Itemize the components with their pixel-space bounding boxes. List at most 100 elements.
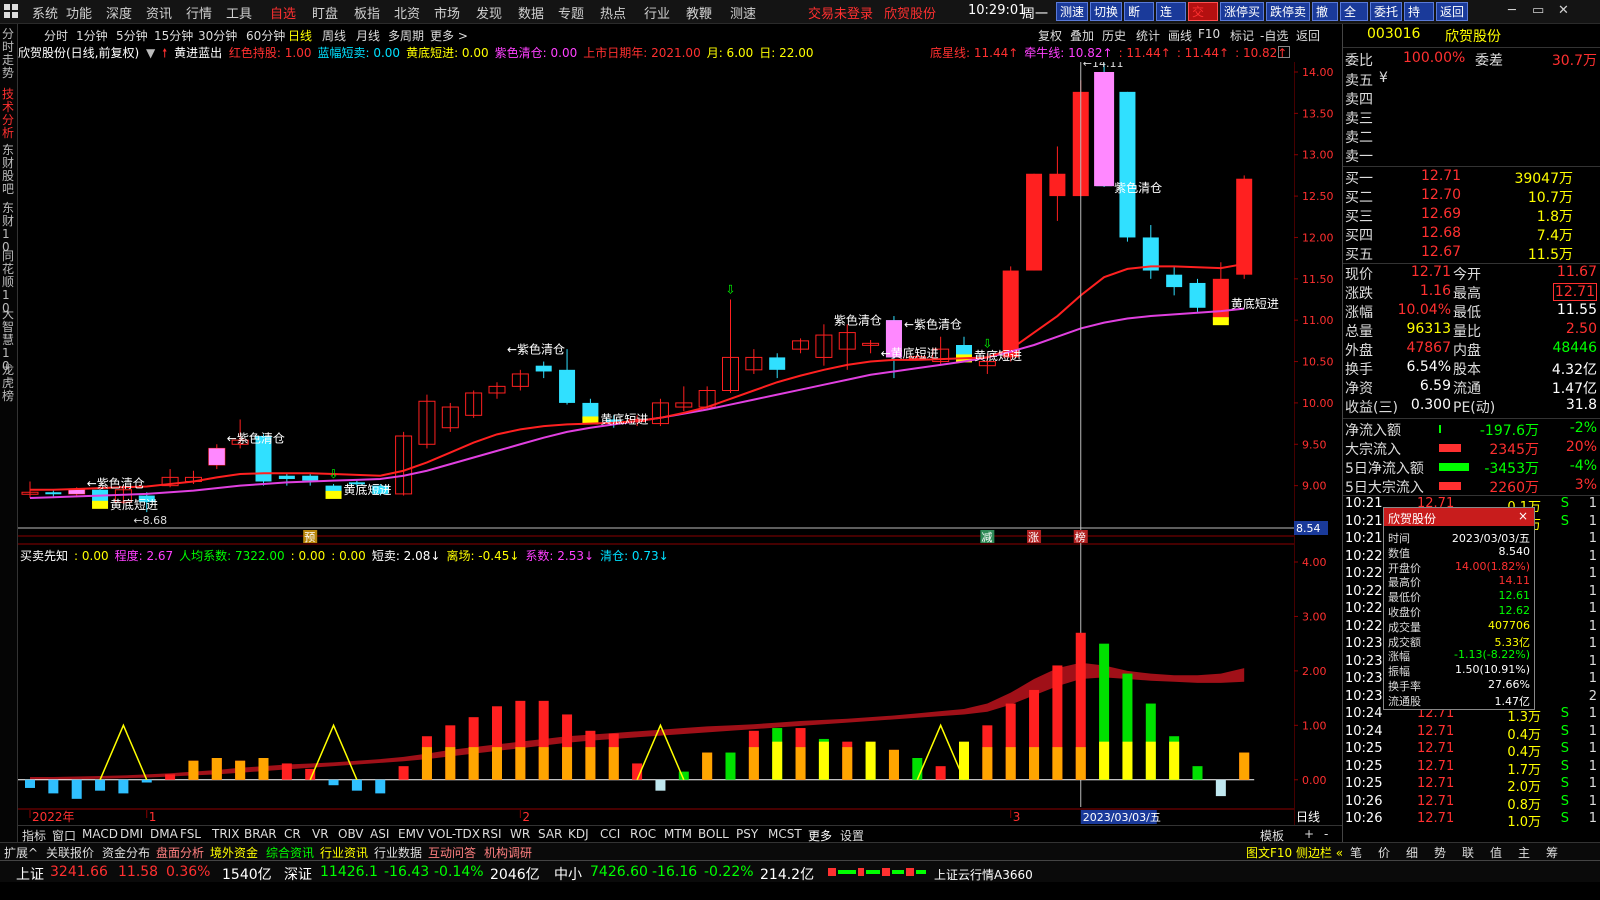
menu-item[interactable]: 数据: [518, 3, 544, 22]
menu-item[interactable]: 教鞭: [686, 3, 712, 22]
lower-indicator-name[interactable]: 买卖先知: [20, 549, 68, 563]
indicator-tab[interactable]: DMA: [150, 827, 178, 841]
left-tab[interactable]: 龙虎榜: [2, 364, 16, 403]
minimize-icon[interactable]: ─: [1508, 3, 1516, 18]
period-right-button[interactable]: -自选: [1260, 27, 1288, 44]
period-tab[interactable]: 多周期: [388, 27, 424, 44]
menu-item[interactable]: 系统: [32, 3, 58, 22]
menu-item[interactable]: 专题: [558, 3, 584, 22]
buy-level-price[interactable]: 12.68: [1421, 225, 1461, 241]
toolbar-button-6[interactable]: 跌停卖: [1266, 2, 1310, 21]
buy-level-price[interactable]: 12.69: [1421, 206, 1461, 222]
menu-item[interactable]: 发现: [476, 3, 502, 22]
toolbar-item[interactable]: 扩展^: [4, 844, 38, 861]
quote-tab[interactable]: 笔: [1350, 844, 1362, 861]
indicator-tab[interactable]: SAR: [538, 827, 562, 841]
indicator-tab[interactable]: MTM: [664, 827, 692, 841]
toolbar-item[interactable]: 关联报价: [46, 844, 94, 861]
toolbar-button-4[interactable]: 交易: [1188, 2, 1218, 38]
info-dropdown-icon[interactable]: [1278, 46, 1290, 58]
menu-item[interactable]: 工具: [226, 3, 252, 22]
indicator-name[interactable]: 黄进蓝出: [174, 46, 222, 60]
close-icon[interactable]: ✕: [1558, 3, 1569, 18]
indicator-right-button[interactable]: -: [1324, 827, 1328, 841]
tooltip-close-icon[interactable]: ×: [1518, 509, 1528, 523]
menu-item[interactable]: 自选: [270, 3, 296, 22]
indicator-tab[interactable]: FSL: [180, 827, 201, 841]
left-tab[interactable]: 分时走势: [2, 28, 16, 80]
menu-item[interactable]: 盯盘: [312, 3, 338, 22]
toolbar-button-3[interactable]: 连接: [1156, 2, 1186, 38]
sh-index-label[interactable]: 上证: [16, 864, 44, 884]
quote-tab[interactable]: 主: [1518, 844, 1530, 861]
menu-item[interactable]: 资讯: [146, 3, 172, 22]
buy-level-price[interactable]: 12.70: [1421, 187, 1461, 203]
sz-index-label[interactable]: 深证: [284, 864, 312, 884]
period-tab[interactable]: 15分钟: [154, 27, 193, 44]
period-right-button[interactable]: 返回: [1296, 27, 1320, 44]
indicator-tab[interactable]: RSI: [482, 827, 502, 841]
quote-tab[interactable]: 势: [1434, 844, 1446, 861]
toolbar-item[interactable]: 行业数据: [374, 844, 422, 861]
quote-tab[interactable]: 联: [1462, 844, 1474, 861]
indicator-tab[interactable]: ROC: [630, 827, 656, 841]
toolbar-button-8[interactable]: 全撤: [1340, 2, 1368, 38]
indicator-tab[interactable]: MCST: [768, 827, 802, 841]
menu-item[interactable]: 市场: [434, 3, 460, 22]
menu-item[interactable]: 行业: [644, 3, 670, 22]
menu-item[interactable]: 行情: [186, 3, 212, 22]
quote-tab[interactable]: 筹: [1546, 844, 1558, 861]
menu-item[interactable]: 测速: [730, 3, 756, 22]
indicator-tab[interactable]: MACD: [82, 827, 118, 841]
indicator-tab[interactable]: CR: [284, 827, 301, 841]
toolbar-item[interactable]: 互动问答: [428, 844, 476, 861]
toolbar-item[interactable]: 资金分布: [102, 844, 150, 861]
indicator-tab[interactable]: TRIX: [212, 827, 239, 841]
side-panel-toggle[interactable]: 图文F10 侧边栏 «: [1246, 844, 1343, 861]
login-status[interactable]: 交易未登录: [808, 3, 873, 22]
left-tab[interactable]: 东财股吧: [2, 144, 16, 196]
period-tab[interactable]: 月线: [356, 27, 380, 44]
quote-tab[interactable]: 值: [1490, 844, 1502, 861]
indicator-tab[interactable]: ASI: [370, 827, 389, 841]
period-tab[interactable]: 更多 >: [430, 27, 468, 44]
toolbar-button-1[interactable]: 切换: [1090, 2, 1122, 21]
toolbar-item[interactable]: 行业资讯: [320, 844, 368, 861]
indicator-tab[interactable]: OBV: [338, 827, 364, 841]
left-tab[interactable]: 东财10: [2, 202, 16, 254]
period-right-button[interactable]: 历史: [1102, 27, 1126, 44]
toolbar-item[interactable]: 机构调研: [484, 844, 532, 861]
buy-level-price[interactable]: 12.67: [1421, 244, 1461, 260]
period-tab[interactable]: 5分钟: [116, 27, 148, 44]
toolbar-button-2[interactable]: 断开: [1124, 2, 1154, 38]
indicator-tab[interactable]: BOLL: [698, 827, 729, 841]
indicator-down-icon[interactable]: ▼: [146, 46, 155, 60]
left-tab[interactable]: 同花顺10: [2, 250, 16, 315]
toolbar-item[interactable]: 境外资金: [210, 844, 258, 861]
indicator-tab[interactable]: BRAR: [244, 827, 277, 841]
zx-index-label[interactable]: 中小: [554, 864, 582, 884]
period-right-button[interactable]: 标记: [1230, 27, 1254, 44]
buy-level-price[interactable]: 12.71: [1421, 168, 1461, 184]
indicator-tab[interactable]: PSY: [736, 827, 758, 841]
toolbar-item[interactable]: 综合资讯: [266, 844, 314, 861]
period-right-button[interactable]: 统计: [1136, 27, 1160, 44]
toolbar-button-9[interactable]: 委托: [1370, 2, 1402, 21]
period-tab[interactable]: 分时: [44, 27, 68, 44]
toolbar-button-0[interactable]: 测速: [1056, 2, 1088, 21]
period-right-button[interactable]: 画线: [1168, 27, 1192, 44]
period-tab[interactable]: 60分钟: [246, 27, 285, 44]
indicator-tab[interactable]: VR: [312, 827, 329, 841]
menu-item[interactable]: 板指: [354, 3, 380, 22]
left-tab[interactable]: 技术分析: [2, 88, 16, 140]
maximize-icon[interactable]: ▭: [1532, 3, 1544, 18]
indicator-tab[interactable]: CCI: [600, 827, 620, 841]
period-tab[interactable]: 日线: [288, 27, 312, 44]
quote-tab[interactable]: 细: [1406, 844, 1418, 861]
period-tab[interactable]: 1分钟: [76, 27, 108, 44]
kline-chart[interactable]: ←紫色清仓黄底短进←紫色清仓黄底短进←紫色清仓黄底短进紫色清仓 ←紫色清仓←黄底短…: [18, 62, 1294, 825]
period-right-button[interactable]: 复权: [1038, 27, 1062, 44]
quote-tab[interactable]: 价: [1378, 844, 1390, 861]
indicator-tab[interactable]: DMI: [120, 827, 143, 841]
indicator-tab[interactable]: VOL-TDX: [428, 827, 480, 841]
